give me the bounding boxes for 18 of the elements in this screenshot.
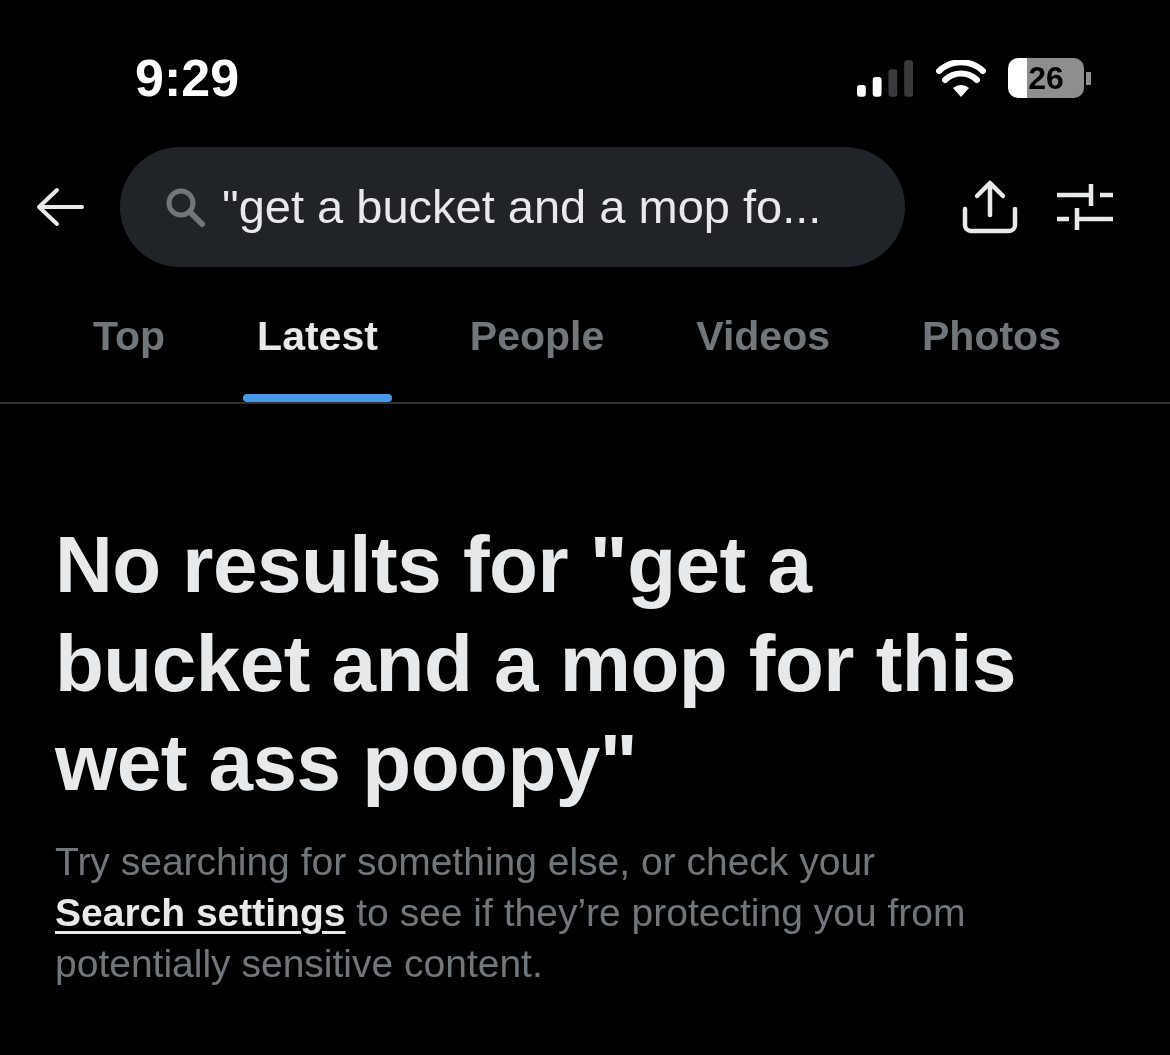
no-results-heading: No results for "get a bucket and a mop for this wet ass poopy" (55, 519, 1017, 809)
filter-icon[interactable] (1055, 181, 1115, 233)
tab[interactable]: Top (79, 290, 180, 402)
tab[interactable]: Videos (682, 290, 844, 402)
no-results-message: Try searching for something else, or check your Search settings to see if they’re protecting you from potentially sensitive content. (55, 839, 967, 987)
search-icon (165, 187, 205, 227)
back-arrow-icon[interactable] (35, 187, 85, 227)
battery-percent: 26 (1028, 61, 1064, 95)
status-time: 9:29 (135, 50, 240, 106)
search-query: "get a bucket and a mop fo... (222, 179, 822, 235)
share-icon[interactable] (960, 179, 1020, 235)
wifi-icon (936, 59, 986, 97)
tab[interactable]: People (455, 290, 619, 402)
search-field[interactable]: "get a bucket and a mop fo... (120, 147, 905, 267)
search-settings-link[interactable]: Search settings (55, 891, 346, 934)
tab[interactable]: Latest (243, 290, 392, 402)
signal-icon (857, 59, 914, 97)
tab[interactable]: Photos (908, 290, 1075, 402)
